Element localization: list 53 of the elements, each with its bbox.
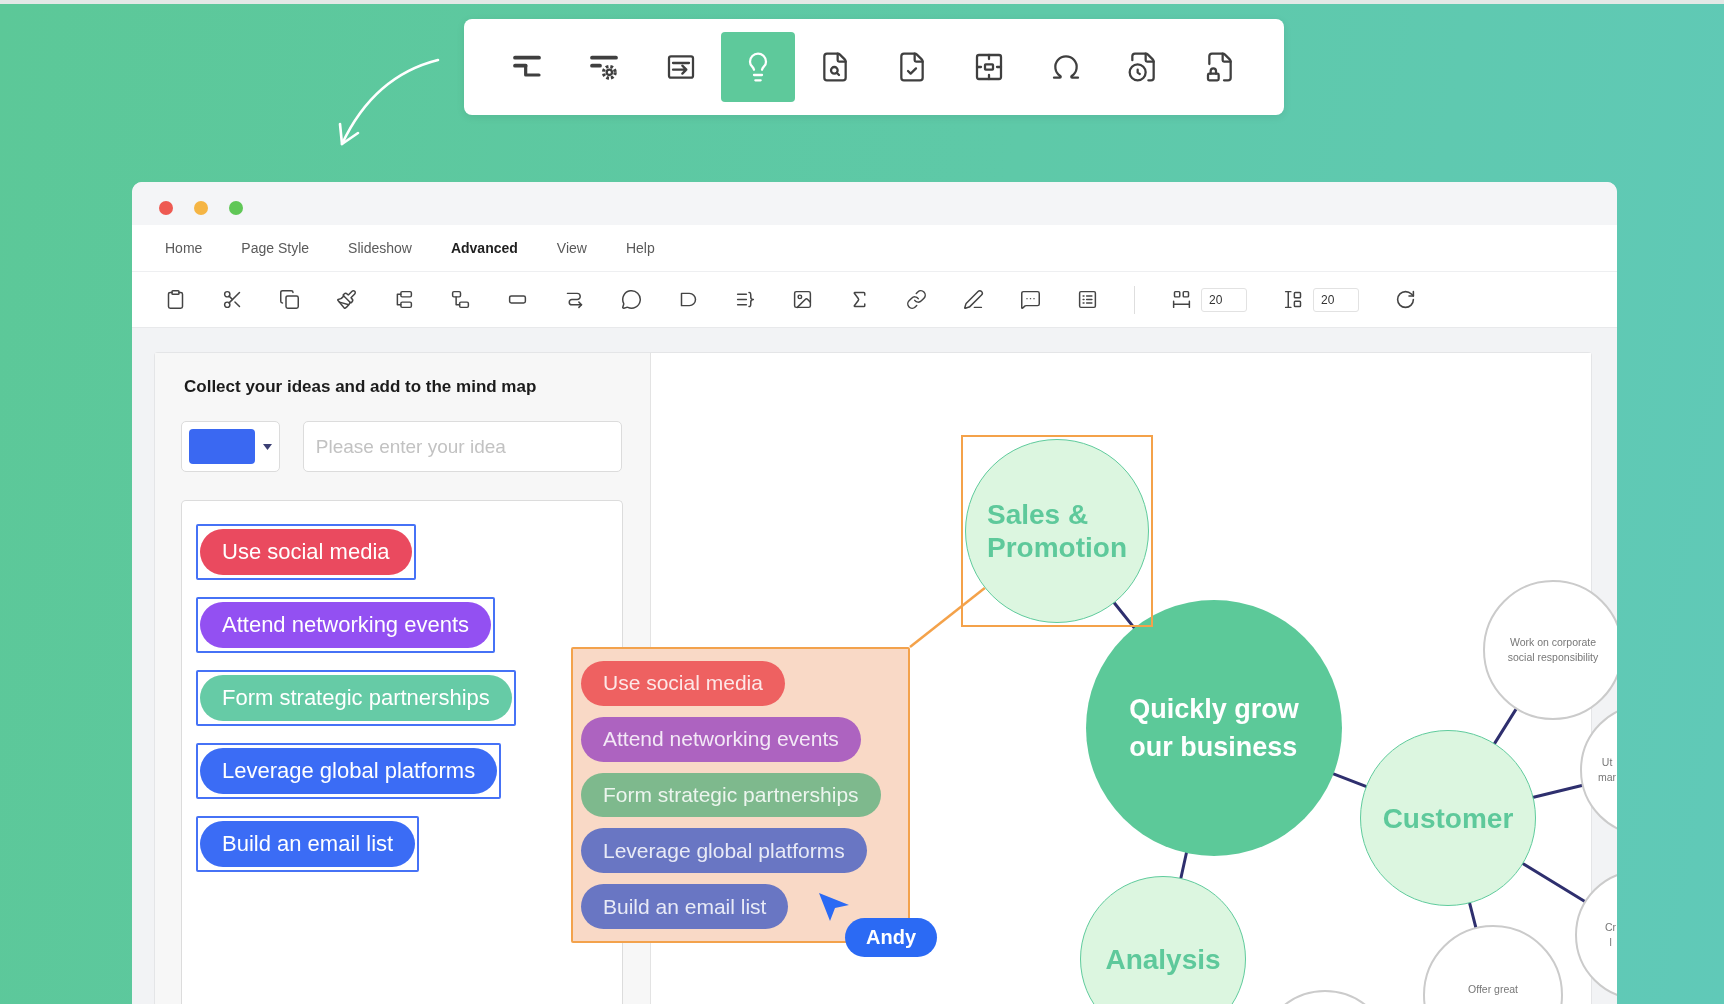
subtopic-node: Work on corporate social responsibility xyxy=(1483,580,1617,720)
main-topic-node: Analysis xyxy=(1080,876,1246,1004)
spacing-field[interactable]: 20 xyxy=(1201,287,1247,312)
subtopic-node: Offer great xyxy=(1423,925,1563,1004)
menu-tab[interactable]: View xyxy=(556,240,587,256)
caret-icon xyxy=(263,443,272,450)
branch-line xyxy=(1179,851,1188,880)
lines-brace-icon[interactable] xyxy=(735,289,756,310)
vertical-spacing-icon[interactable] xyxy=(1283,289,1304,310)
image-icon[interactable] xyxy=(792,289,813,310)
menu-tab[interactable]: Page Style xyxy=(241,240,310,256)
main-topic-node: Customer xyxy=(1360,730,1536,906)
menu-tab[interactable]: Slideshow xyxy=(348,240,412,256)
clipboard-icon[interactable] xyxy=(165,289,186,310)
branch-line xyxy=(1468,901,1478,929)
central-topic-node: Quickly grow our business xyxy=(1086,600,1342,856)
speech-bubble-icon[interactable] xyxy=(621,289,642,310)
mouse-cursor-icon xyxy=(819,893,849,921)
branch-line xyxy=(1532,784,1584,799)
idea-item: Attend networking events xyxy=(581,716,861,762)
scissors-icon[interactable] xyxy=(222,289,243,310)
horizontal-spacing-icon[interactable] xyxy=(1171,289,1192,310)
branch-line xyxy=(1112,601,1136,630)
idea-item: Form strategic partnerships xyxy=(581,772,881,818)
idea-item: Build an email list xyxy=(581,884,789,929)
close-button[interactable] xyxy=(159,201,173,215)
menu-tab[interactable]: Advanced xyxy=(450,240,518,256)
spacing-field[interactable]: 20 xyxy=(1313,287,1359,312)
idea-item[interactable]: Use social media xyxy=(200,529,412,575)
idea-item[interactable]: Attend networking events xyxy=(200,602,492,648)
paintbrush-icon[interactable] xyxy=(336,289,357,310)
branch-line xyxy=(1493,707,1518,745)
pen-icon[interactable] xyxy=(963,289,984,310)
link-icon[interactable] xyxy=(906,289,927,310)
branch-line xyxy=(1331,772,1368,788)
color-picker[interactable] xyxy=(181,421,280,472)
refresh-icon[interactable] xyxy=(1395,289,1416,310)
idea-item: Use social media xyxy=(581,661,785,706)
idea-item[interactable]: Leverage global platforms xyxy=(200,748,498,794)
list-box-icon[interactable] xyxy=(1077,289,1098,310)
collaborator-name: Andy xyxy=(845,918,937,957)
menu-tab[interactable]: Help xyxy=(625,240,655,256)
menu-tab[interactable]: Home xyxy=(165,240,203,256)
idea-input-field[interactable]: Please enter your idea xyxy=(302,421,622,472)
subtopic-boxes-icon[interactable] xyxy=(450,289,471,310)
idea-item: Leverage global platforms xyxy=(581,828,867,874)
main-topic-node: Sales & Promotion xyxy=(965,439,1149,623)
idea-item[interactable]: Build an email list xyxy=(200,821,416,867)
copy-icon[interactable] xyxy=(279,289,300,310)
branch-line xyxy=(1521,862,1586,903)
panel-title: Collect your ideas and add to the mind map xyxy=(184,377,538,397)
focus-frame-icon[interactable] xyxy=(973,51,1005,83)
comment-icon[interactable] xyxy=(1020,289,1041,310)
